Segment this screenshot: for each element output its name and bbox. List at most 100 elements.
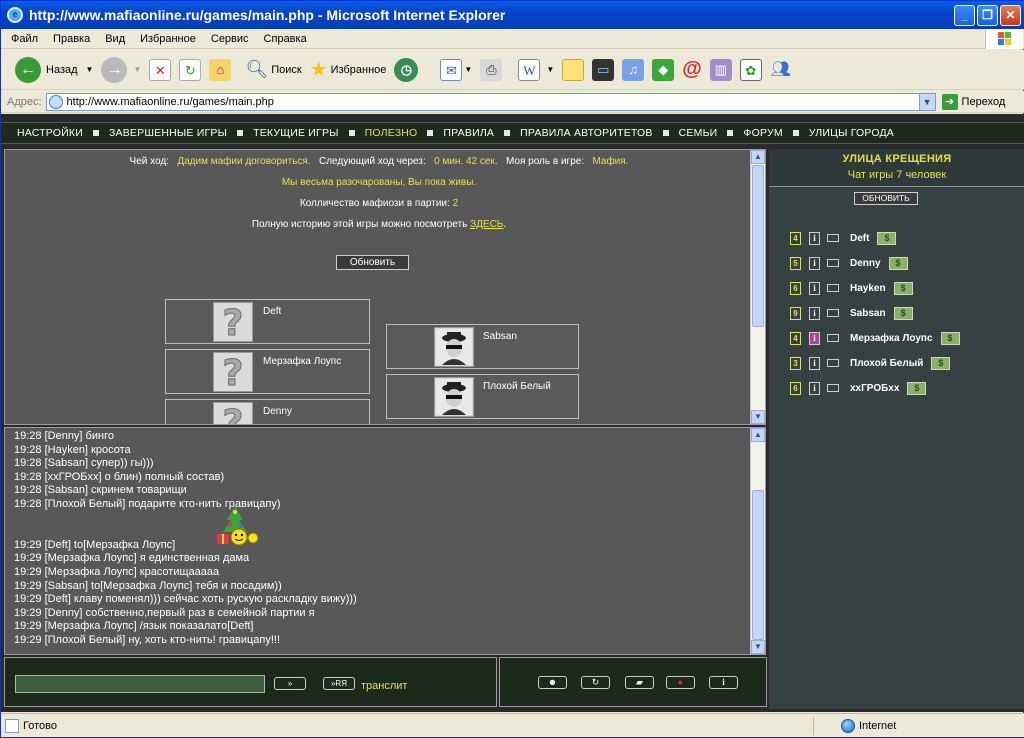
- user-name[interactable]: Deft: [850, 233, 869, 244]
- menu-file[interactable]: Файл: [11, 33, 38, 45]
- print-button[interactable]: ⎙: [480, 58, 503, 81]
- favorites-button[interactable]: ★ Избранное: [310, 57, 387, 82]
- scroll-thumb[interactable]: [752, 165, 764, 327]
- minimize-button[interactable]: _: [954, 4, 975, 26]
- scroll-up-icon[interactable]: ▲: [751, 150, 765, 164]
- send-button[interactable]: »: [274, 677, 306, 690]
- back-dropdown-icon[interactable]: ▼: [86, 65, 94, 74]
- address-input[interactable]: http://www.mafiaonline.ru/games/main.php…: [45, 92, 936, 111]
- back-button[interactable]: ← Назад ▼: [15, 56, 94, 83]
- scroll-thumb[interactable]: [752, 490, 764, 640]
- search-button[interactable]: 🔍︎ Поиск: [245, 59, 301, 80]
- car-button[interactable]: ▰: [625, 676, 654, 689]
- email-at-button[interactable]: @: [682, 58, 702, 81]
- info-icon[interactable]: i: [809, 231, 820, 245]
- info-icon[interactable]: i: [809, 256, 820, 270]
- edit-button[interactable]: W ▼: [518, 58, 554, 81]
- mail-icon[interactable]: [827, 334, 839, 342]
- info-icon[interactable]: i: [809, 331, 820, 345]
- books-button[interactable]: ▥: [709, 58, 732, 81]
- money-icon[interactable]: $: [931, 356, 951, 370]
- user-name[interactable]: xxГРОБxx: [850, 383, 899, 394]
- money-icon[interactable]: $: [893, 306, 913, 320]
- history-link[interactable]: ЗДЕСЬ: [470, 219, 503, 230]
- user-name[interactable]: Плохой Белый: [850, 358, 923, 369]
- player-card[interactable]: ? Denny: [165, 399, 370, 424]
- smiley-button[interactable]: ☻: [538, 676, 567, 689]
- icq-button[interactable]: ✿: [739, 58, 762, 81]
- menu-view[interactable]: Вид: [105, 33, 125, 45]
- address-dropdown-icon[interactable]: ▼: [918, 93, 935, 110]
- chat-message-input[interactable]: [15, 675, 265, 693]
- mafia-player-card[interactable]: Sabsan: [386, 324, 579, 369]
- tv-button[interactable]: ▭: [592, 58, 615, 81]
- address-bar: Адрес: http://www.mafiaonline.ru/games/m…: [1, 91, 1024, 113]
- info-icon[interactable]: i: [809, 356, 820, 370]
- nav-city-streets[interactable]: УЛИЦЫ ГОРОДА: [809, 127, 894, 139]
- menu-edit[interactable]: Правка: [53, 33, 90, 45]
- street-refresh-button[interactable]: ОБНОВИТЬ: [854, 192, 918, 205]
- browser-window: e http://www.mafiaonline.ru/games/main.p…: [0, 0, 1024, 738]
- notes-button[interactable]: [562, 58, 585, 81]
- translit-toggle-button[interactable]: »RЯ: [323, 677, 355, 690]
- game-scrollbar[interactable]: ▲ ▼: [750, 150, 765, 424]
- media-button[interactable]: ♫: [622, 58, 645, 81]
- maximize-button[interactable]: ❐: [977, 4, 998, 26]
- go-arrow-icon[interactable]: ➔: [941, 93, 958, 110]
- money-icon[interactable]: $: [907, 381, 927, 395]
- money-icon[interactable]: $: [940, 331, 960, 345]
- game-refresh-button[interactable]: Обновить: [336, 255, 409, 270]
- nav-settings[interactable]: НАСТРОЙКИ: [17, 127, 83, 139]
- info-icon[interactable]: i: [809, 381, 820, 395]
- go-button[interactable]: Переход: [962, 96, 1006, 108]
- nav-families[interactable]: СЕМЬИ: [679, 127, 718, 139]
- edit-dropdown-icon[interactable]: ▼: [546, 65, 554, 74]
- shapes-button[interactable]: ◆: [652, 58, 675, 81]
- menu-tools[interactable]: Сервис: [211, 33, 249, 45]
- nav-current-games[interactable]: ТЕКУЩИЕ ИГРЫ: [253, 127, 339, 139]
- info-button[interactable]: i: [709, 676, 738, 689]
- nav-authority-rules[interactable]: ПРАВИЛА АВТОРИТЕТОВ: [520, 127, 653, 139]
- mail-icon[interactable]: [827, 309, 839, 317]
- stop-button[interactable]: ✕: [149, 58, 172, 81]
- player-card[interactable]: ? Мерзафка Лоупс: [165, 349, 370, 394]
- chat-scrollbar[interactable]: ▲ ▼: [750, 428, 765, 654]
- user-name[interactable]: Sabsan: [850, 308, 886, 319]
- user-name[interactable]: Hayken: [850, 283, 886, 294]
- refresh-button[interactable]: ↻: [179, 58, 202, 81]
- mail-icon[interactable]: [827, 234, 839, 242]
- history-button[interactable]: ◷: [394, 57, 419, 82]
- menu-help[interactable]: Справка: [264, 33, 307, 45]
- mail-dropdown-icon[interactable]: ▼: [464, 65, 472, 74]
- home-button[interactable]: ⌂: [209, 58, 232, 81]
- forward-button[interactable]: → ▼: [101, 56, 141, 83]
- nav-rules[interactable]: ПРАВИЛА: [443, 127, 494, 139]
- close-button[interactable]: ✕: [1000, 4, 1021, 26]
- info-icon[interactable]: i: [809, 306, 820, 320]
- mail-icon[interactable]: [827, 284, 839, 292]
- forward-dropdown-icon[interactable]: ▼: [133, 65, 141, 74]
- record-button[interactable]: ●: [666, 676, 695, 689]
- user-level: 3: [790, 356, 801, 370]
- mail-icon[interactable]: [827, 384, 839, 392]
- info-icon[interactable]: i: [809, 281, 820, 295]
- user-name[interactable]: Denny: [850, 258, 881, 269]
- money-icon[interactable]: $: [893, 281, 913, 295]
- mail-icon[interactable]: [827, 259, 839, 267]
- scroll-down-icon[interactable]: ▼: [751, 640, 765, 654]
- messenger-button[interactable]: 👥︎: [769, 58, 792, 81]
- nav-useful[interactable]: ПОЛЕЗНО: [365, 127, 418, 139]
- money-icon[interactable]: $: [877, 231, 897, 245]
- reload-chat-button[interactable]: ↻: [581, 676, 610, 689]
- scroll-down-icon[interactable]: ▼: [751, 410, 765, 424]
- money-icon[interactable]: $: [888, 256, 908, 270]
- mail-icon[interactable]: [827, 359, 839, 367]
- menu-favorites[interactable]: Избранное: [140, 33, 196, 45]
- nav-forum[interactable]: ФОРУМ: [743, 127, 782, 139]
- player-card[interactable]: ? Deft: [165, 299, 370, 344]
- mail-button[interactable]: ✉ ▼: [440, 58, 472, 81]
- mafia-player-card[interactable]: Плохой Белый: [386, 374, 579, 419]
- user-name[interactable]: Мерзафка Лоупс: [850, 333, 933, 344]
- nav-finished-games[interactable]: ЗАВЕРШЕННЫЕ ИГРЫ: [109, 127, 227, 139]
- scroll-up-icon[interactable]: ▲: [751, 428, 765, 442]
